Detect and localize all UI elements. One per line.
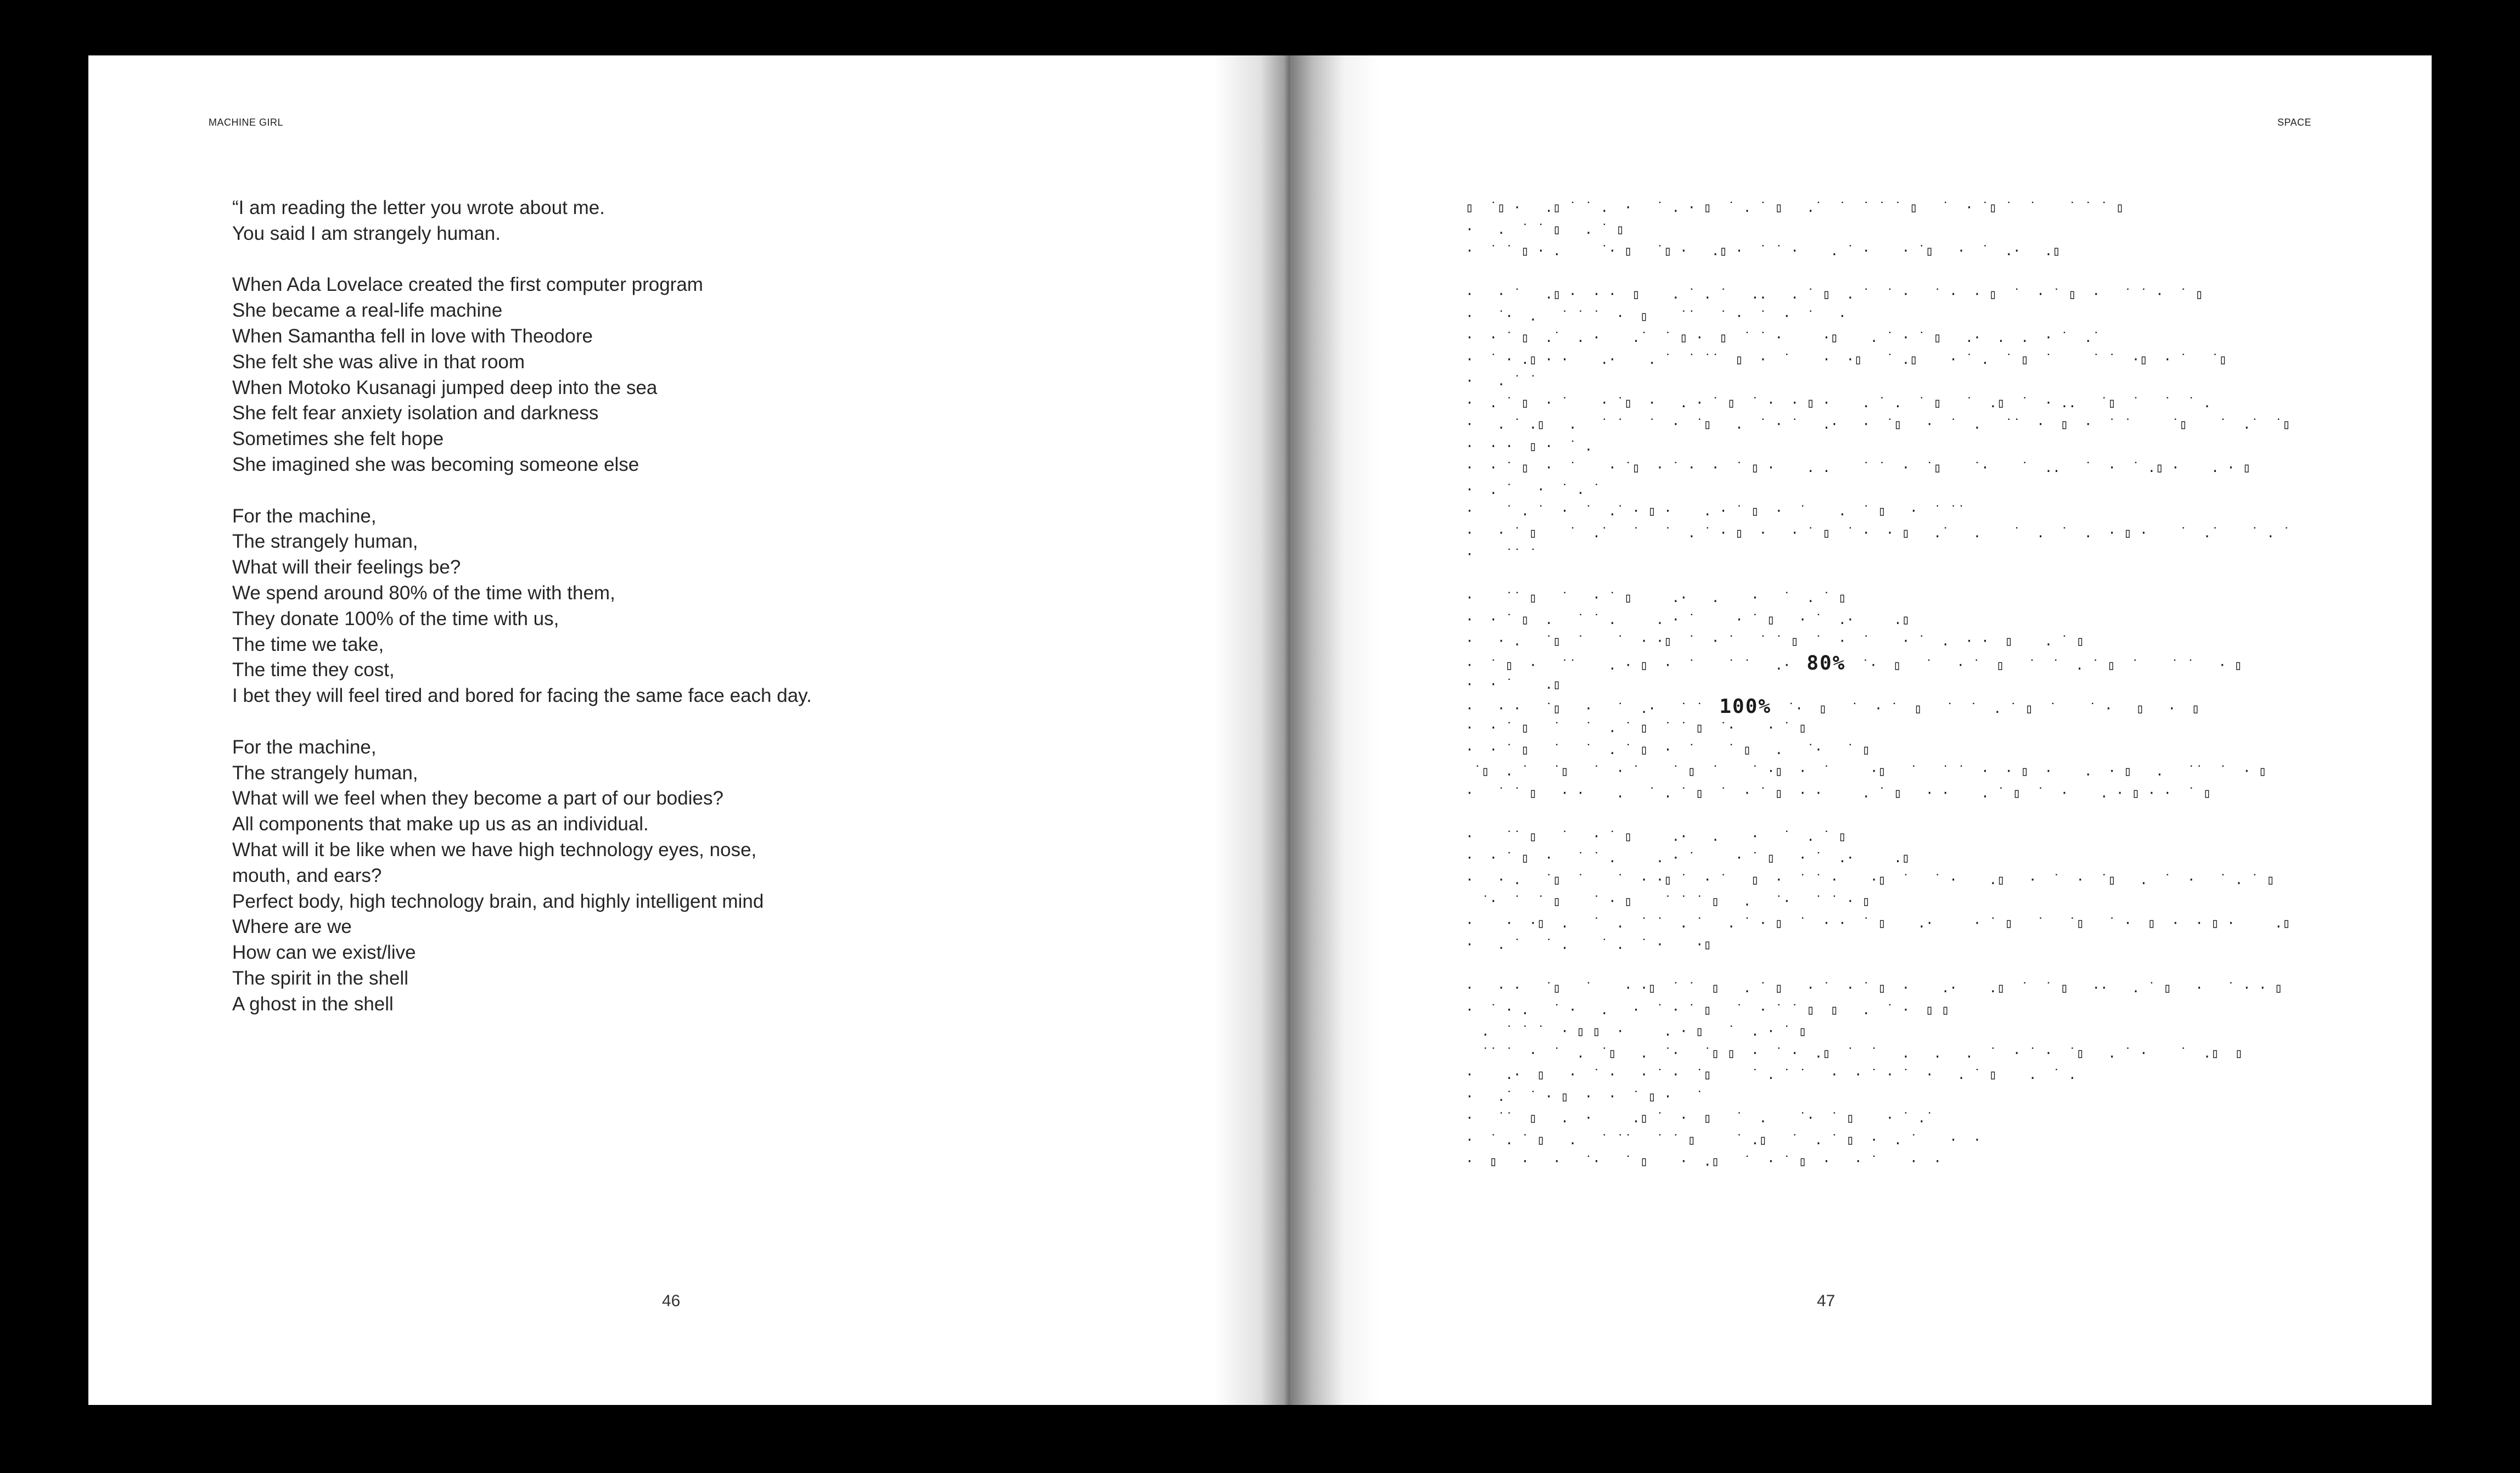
poem-stanza: “I am reading the letter you wrote about… [232, 195, 1165, 247]
poem-line: You said I am strangely human. [232, 222, 501, 244]
glyph-line: · · ˙ ▯ ˙ ˙ . ˙ ▯ · ˙ ˙ ▯ . ˙· ˙ ▯ [1466, 741, 1870, 757]
glyph-line: · ˙ . ˙ ▯ . ˙ ˙˙ ˙ ˙ ▯ ˙ .▯ ˙ . ˙ ▯ · . … [1466, 1132, 1982, 1148]
poem-stanza: For the machine, The strangely human, What… [232, 504, 1165, 709]
glyph-line: · ˙˙ ▯ ˙ · ˙ ▯ .· . · ˙ . ˙ ▯ [1466, 828, 1846, 844]
glyph-line: · . ˙ ˙ [1466, 373, 1537, 389]
page-number-right: 47 [1817, 1292, 1836, 1310]
glyph-line: · . ˙ .▯ . ˙ ˙ ˙ · ˙▯ . ˙ · ˙ .· · ˙▯ · … [1466, 417, 2289, 432]
poem-line: When Motoko Kusanagi jumped deep into th… [232, 376, 658, 398]
poem-stanza: When Ada Lovelace created the first comp… [232, 272, 1165, 477]
right-page: SPACE ▯ ˙▯ · .▯ ˙ ˙ . · ˙ . · ▯ ˙ . ˙ ▯ … [1291, 55, 2432, 1405]
poem-line: What will it be like when we have high t… [232, 839, 757, 861]
poem-line: Sometimes she felt hope [232, 428, 444, 450]
glyph-line: · ˙ ˙ ▯ · · . ˙ . ˙ ▯ ˙ · ˙ ▯ · · . ˙ ▯ … [1466, 785, 2212, 801]
poem-line: Perfect body, high technology brain, and… [232, 890, 764, 912]
glyph-line: · · . ˙▯ ˙ ˙ · ·▯ ˙ · ˙ ˙ ˙ ▯ ˙ · ˙ · ˙ … [1466, 633, 2085, 649]
poem-line: She became a real-life machine [232, 300, 503, 322]
poem-line: For the machine, [232, 505, 377, 527]
poem-line: How can we exist/live [232, 942, 416, 964]
poem-line: The spirit in the shell [232, 967, 408, 989]
glyph-line: · · ˙ ▯ · ˙ · ˙▯ · ˙ · · ˙ ▯ · . . ˙ ˙ ·… [1466, 460, 2251, 475]
glyph-line: · . ˙ ˙ ▯ . ˙ ▯ [1466, 221, 1624, 237]
glyph-line: · ˙˙ ▯ . · .▯ ˙ · ▯ ˙ . ˙· ˙ ▯ · ˙ .˙ [1466, 1110, 1934, 1126]
glyph-line: · · · ˙▯ · ˙ .· ˙ ˙ 100% ˙· ▯ ˙ · ˙ ▯ ˙ … [1466, 695, 2200, 717]
poem-line: The strangely human, [232, 762, 418, 784]
poem-line: They donate 100% of the time with us, [232, 608, 559, 629]
glyph-line: · ˙ · .▯ · · .· . ˙ ˙ ˙˙ ▯ · ˙ · ·▯ ˙ .▯… [1466, 351, 2227, 367]
poem-line: For the machine, [232, 736, 377, 758]
glyph-line: · · · ˙▯ ˙ · ·▯ ˙ ˙ ▯ . ˙ ▯ · ˙ · ˙ ▯ · … [1466, 980, 2283, 996]
poem-line: Where are we [232, 916, 352, 938]
glyph-line: · ˙ ▯ · ˙˙ . · ▯ · ˙ ˙ ˙ .· 80% ˙· ▯ ˙ ·… [1466, 652, 2242, 674]
poem-line: mouth, and ears? [232, 864, 382, 886]
poem-line: A ghost in the shell [232, 993, 394, 1015]
glyph-line: · ˙˙ ˙ [1466, 547, 1537, 562]
poem-line: She felt fear anxiety isolation and dark… [232, 402, 599, 424]
glyph-line: · ▯ · · ˙· ˙ ▯ · .▯ ˙ · ˙ ▯ · · ˙ · · [1466, 1154, 1941, 1169]
glyph-line: · · . ˙▯ ˙ ˙ · ·▯ ˙ · ˙ ▯ · ˙ ˙ · ·▯ ˙ ˙… [1466, 872, 2289, 887]
glyph-line: · .˙ ˙ · ▯ · · ˙ ▯ · ˙ [1466, 1088, 1704, 1104]
glyph-line: · ˙ . ˙ · ˙ .˙ · ▯ · . · ˙ ▯ · ˙ . ˙ ▯ ·… [1466, 503, 1966, 519]
page-number-left: 46 [662, 1292, 681, 1310]
glyph-line: · . ˙ · ˙ . ˙ [1466, 481, 1601, 497]
glyph-line: · · ˙ ▯ ˙ ˙ . ˙ ▯ ˙ ˙ ▯ ˙· · ˙ ▯ [1466, 720, 1807, 735]
left-page: MACHINE GIRL “I am reading the letter yo… [88, 55, 1291, 1405]
glyph-line: · · ˙ ▯ .˙ . · .˙ ˙ ▯ · ▯ ˙ ˙ · ·▯ . ˙ ·… [1466, 330, 2100, 345]
poem-line: I bet they will feel tired and bored for… [232, 685, 812, 707]
poem-line: The strangely human, [232, 531, 418, 553]
poem-line: The time they cost, [232, 659, 395, 681]
percent-highlight: 100% [1719, 695, 1772, 717]
glyph-line: · · ˙ .▯ [1466, 677, 1561, 692]
poem-line: She felt she was alive in that room [232, 351, 525, 373]
glyph-line: · · ˙ ▯ . ˙ ˙ . . · ˙ · ˙ ▯ · ˙ .· .▯ [1466, 611, 1910, 627]
poem-line: What will their feelings be? [232, 556, 461, 578]
poem-line: “I am reading the letter you wrote about… [232, 197, 605, 218]
glyph-spacer [1466, 956, 2289, 978]
poem-line: What will we feel when they become a par… [232, 788, 723, 809]
glyph-line: · · ˙ .▯ · · · ▯ . ˙ . ˙ .. . ˙ ▯ . ˙ ˙ … [1466, 286, 2203, 302]
glyph-line: · · · ▯ · ˙ . [1466, 438, 1593, 454]
glyph-line: ▯ ˙▯ · .▯ ˙ ˙ . · ˙ . · ▯ ˙ . ˙ ▯ .˙ ˙ ˙… [1466, 200, 2124, 215]
poem-stanza: For the machine, The strangely human, What… [232, 735, 1165, 1017]
percent-highlight: 80% [1806, 652, 1846, 674]
poem-line: The time we take, [232, 633, 384, 655]
glyph-line: · ˙˙ ▯ ˙ · ˙ ▯ .· . · ˙ . ˙ ▯ [1466, 590, 1846, 605]
poem-line: When Samantha fell in love with Theodore [232, 325, 593, 347]
glyph-line: · · ˙ ▯ · ˙ ˙ . . · ˙ · ˙ ▯ · ˙ .· .▯ [1466, 850, 1910, 865]
poem-line: When Ada Lovelace created the first comp… [232, 274, 703, 296]
glyph-line: · · ·▯ . ˙ . ˙ ˙ . ˙ . ˙ · ▯ ˙ · · ˙ ▯ .… [1466, 915, 2289, 931]
running-head-right: SPACE [2277, 117, 2311, 128]
glyph-line: · ˙ ˙ ▯ · . ˙· ▯ ˙▯ · .▯ · ˙ ˙ · . ˙ · ·… [1466, 243, 2061, 258]
glyph-line: · . ˙ ˙ . ˙ . ˙ · ·▯ [1466, 937, 1711, 952]
glyph-line: · · ˙ ▯ ˙ .˙ ˙ ˙ . ˙ · ▯ · · ˙ ▯ ˙ · · ▯… [1466, 525, 2289, 541]
poem-line: She imagined she was becoming someone el… [232, 453, 639, 475]
poem-line: We spend around 80% of the time with the… [232, 582, 615, 604]
glyph-line: ˙▯ . ˙ ˙▯ ˙ · ˙ ˙ ▯ ˙ ˙ ·▯ · ˙ ·▯ ˙ ˙ ˙ … [1466, 763, 2267, 779]
glyph-line: · . ˙ ▯ · ˙ · ˙▯ · . · ˙ ▯ ˙ · · ▯ · . ˙… [1466, 395, 2212, 411]
glyph-line: · ˙ · . ˙ · . · ˙ · ˙ ▯ ˙ · ˙ ˙ ▯ ▯ . ˙ … [1466, 1002, 1950, 1017]
glyph-spacer [1466, 804, 2289, 826]
running-head-left: MACHINE GIRL [209, 117, 284, 128]
glyph-line: · ˙· . ˙ ˙ ˙ · ▯ ˙˙ ˙ · ˙ · ˙ · [1466, 308, 1846, 324]
glyph-line: ˙˙ ˙ · ˙ . ˙▯ . ˙· ˙▯ ▯ · ˙ · .▯ ˙ ˙ . .… [1466, 1045, 2243, 1061]
glyph-line: ˙· ˙ ˙ ▯ ˙ · ▯ ˙ ˙ ˙ ▯ . ˙· ˙ ˙ · ▯ [1466, 893, 1870, 909]
glyph-line: . ˙ ˙ ˙ · ▯ ▯ · . · ▯ ˙ . · ˙ ▯ [1466, 1024, 1807, 1039]
glyph-spacer [1466, 566, 2289, 588]
poem-text: “I am reading the letter you wrote about… [232, 195, 1165, 1043]
glyph-spacer [1466, 262, 2289, 284]
glyph-text-block: ▯ ˙▯ · .▯ ˙ ˙ . · ˙ . · ▯ ˙ . ˙ ▯ .˙ ˙ ˙… [1466, 197, 2289, 1173]
glyph-line: · .· ▯ · ˙ · · ˙ · ˙▯ ˙ . ˙ ˙ · · ˙ · ˙ … [1466, 1067, 2076, 1082]
poem-line: All components that make up us as an ind… [232, 813, 649, 835]
